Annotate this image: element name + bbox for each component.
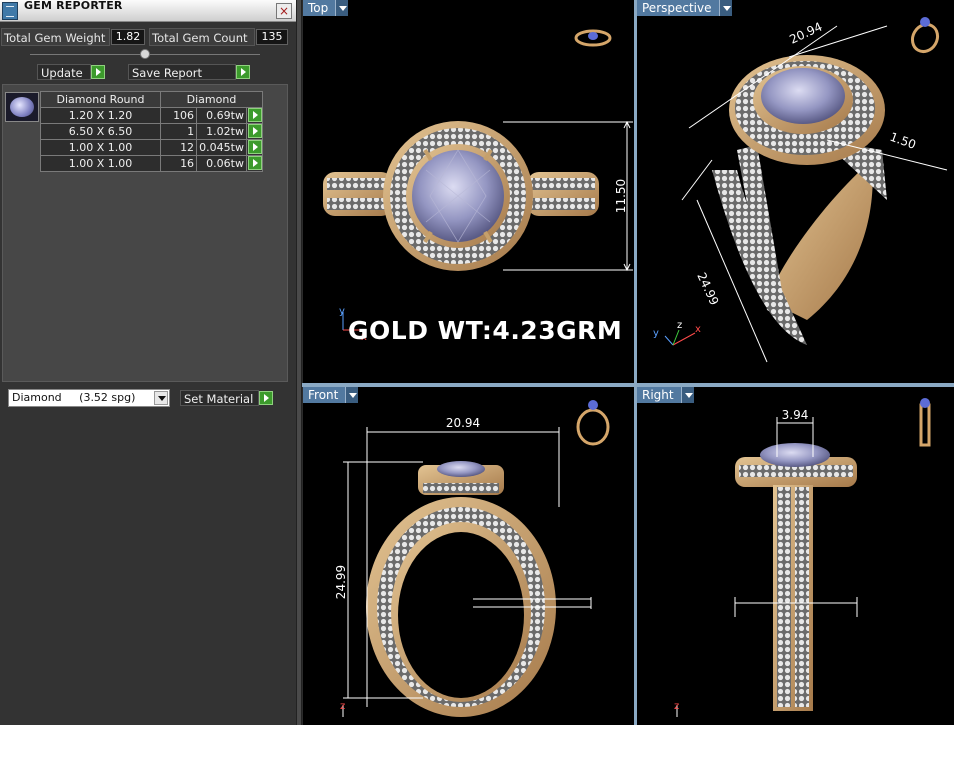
gold-weight-annotation: GOLD WT:4.23GRM bbox=[348, 316, 623, 345]
gem-reporter-icon bbox=[2, 2, 18, 20]
viewport-label-top-text: Top bbox=[308, 1, 329, 15]
total-gem-weight-label: Total Gem Weight bbox=[1, 28, 110, 46]
splitter-handle[interactable] bbox=[140, 49, 150, 59]
round-diamond-thumbnail[interactable] bbox=[5, 92, 39, 122]
table-row[interactable]: 1.00 X 1.00 16 0.06tw bbox=[40, 155, 264, 172]
ring-front-view bbox=[366, 461, 556, 717]
total-gem-count-label: Total Gem Count bbox=[149, 28, 255, 46]
material-select[interactable]: Diamond (3.52 spg) bbox=[8, 389, 170, 407]
chevron-down-icon[interactable] bbox=[718, 0, 732, 16]
axis-z-label: z bbox=[674, 701, 679, 712]
gem-table-header: Diamond Round Diamond bbox=[40, 91, 263, 108]
front-dim-height: 24.99 bbox=[334, 565, 348, 599]
viewport-label-top[interactable]: Top bbox=[303, 0, 349, 16]
viewport-label-front-text: Front bbox=[308, 388, 339, 402]
row-go-cell[interactable] bbox=[245, 139, 264, 156]
gem-size: 1.00 X 1.00 bbox=[40, 155, 161, 172]
viewport-label-perspective[interactable]: Perspective bbox=[637, 0, 732, 16]
viewport-front[interactable]: 20.94 24.99 z Front bbox=[303, 387, 634, 725]
gem-size: 6.50 X 6.50 bbox=[40, 123, 161, 140]
viewport-right[interactable]: 3.94 z Right bbox=[637, 387, 954, 725]
total-gem-count-value: 135 bbox=[256, 29, 288, 45]
gem-table: Diamond Round Diamond 1.20 X 1.20 106 0.… bbox=[40, 91, 264, 172]
viewport-label-right[interactable]: Right bbox=[637, 387, 694, 403]
row-go-cell[interactable] bbox=[245, 155, 264, 172]
set-material-button[interactable]: Set Material bbox=[180, 390, 259, 406]
right-view-canvas: 3.94 z bbox=[674, 398, 931, 717]
chevron-down-icon[interactable] bbox=[154, 391, 168, 405]
table-row[interactable]: 1.00 X 1.00 12 0.045tw bbox=[40, 139, 264, 156]
update-go-icon[interactable] bbox=[91, 65, 105, 79]
diamond-icon bbox=[10, 97, 34, 117]
panel-title: GEM REPORTER bbox=[24, 0, 123, 12]
right-dim-width: 3.94 bbox=[782, 408, 809, 422]
gem-size: 1.00 X 1.00 bbox=[40, 139, 161, 156]
axis-z-label: z bbox=[340, 701, 345, 712]
top-view-cube-icon[interactable] bbox=[574, 29, 612, 47]
right-axis-gizmo: z bbox=[674, 701, 679, 717]
perspective-view-cube-icon[interactable] bbox=[908, 17, 943, 56]
ring-halo bbox=[383, 121, 533, 271]
top-dimension-label: 11.50 bbox=[614, 179, 628, 213]
gem-weight: 0.69tw bbox=[196, 107, 247, 124]
column-header-shape: Diamond Round bbox=[40, 91, 161, 108]
viewport-top[interactable]: 11.50 y x GOLD WT:4.23GRM Top bbox=[303, 0, 634, 383]
table-row[interactable]: 1.20 X 1.20 106 0.69tw bbox=[40, 107, 264, 124]
app-window: GEM REPORTER × Total Gem Weight 1.82 Tot… bbox=[0, 0, 954, 725]
axis-x-label: x bbox=[695, 324, 701, 335]
gem-count: 12 bbox=[159, 139, 198, 156]
update-button[interactable]: Update bbox=[37, 64, 91, 80]
table-row[interactable]: 6.50 X 6.50 1 1.02tw bbox=[40, 123, 264, 140]
ring-shank-right bbox=[527, 172, 599, 216]
chevron-down-icon[interactable] bbox=[680, 387, 694, 403]
close-button[interactable]: × bbox=[276, 3, 292, 19]
row-go-icon[interactable] bbox=[247, 108, 262, 122]
viewport-perspective[interactable]: 20.94 1.50 24.99 y z x Perspective bbox=[637, 0, 954, 383]
viewport-label-front[interactable]: Front bbox=[303, 387, 359, 403]
total-gem-weight-value: 1.82 bbox=[111, 29, 145, 45]
gem-weight: 1.02tw bbox=[196, 123, 247, 140]
gem-count: 106 bbox=[159, 107, 198, 124]
gem-weight: 0.045tw bbox=[196, 139, 247, 156]
front-view-canvas: 20.94 24.99 z bbox=[334, 400, 610, 717]
material-select-value: Diamond (3.52 spg) bbox=[12, 391, 136, 404]
ring-side-view bbox=[735, 443, 857, 711]
ring-perspective-band bbox=[712, 55, 887, 345]
front-view-cube-icon[interactable] bbox=[576, 400, 610, 446]
perspective-dim-left: 24.99 bbox=[694, 270, 721, 307]
row-go-icon[interactable] bbox=[247, 124, 262, 138]
front-axis-gizmo: z bbox=[340, 701, 345, 717]
perspective-axis-gizmo: y z x bbox=[653, 320, 701, 346]
gem-reporter-panel: GEM REPORTER × Total Gem Weight 1.82 Tot… bbox=[0, 0, 296, 725]
viewport-label-perspective-text: Perspective bbox=[642, 1, 712, 15]
ring-shank-left bbox=[323, 172, 393, 216]
perspective-view-canvas: 20.94 1.50 24.99 y z x bbox=[653, 17, 948, 363]
save-report-button[interactable]: Save Report bbox=[128, 64, 236, 80]
viewport-label-right-text: Right bbox=[642, 388, 674, 402]
chevron-down-icon[interactable] bbox=[335, 0, 349, 16]
row-go-icon[interactable] bbox=[247, 156, 262, 170]
set-material-go-icon[interactable] bbox=[259, 391, 273, 405]
chevron-down-icon[interactable] bbox=[345, 387, 359, 403]
right-view-cube-icon[interactable] bbox=[919, 398, 931, 447]
row-go-icon[interactable] bbox=[247, 140, 262, 154]
axis-z-label: z bbox=[677, 320, 682, 331]
gem-size: 1.20 X 1.20 bbox=[40, 107, 161, 124]
column-header-material: Diamond bbox=[160, 91, 263, 108]
save-report-go-icon[interactable] bbox=[236, 65, 250, 79]
perspective-dim-top: 20.94 bbox=[787, 20, 824, 47]
axis-y-label: y bbox=[653, 328, 659, 339]
gem-count: 1 bbox=[159, 123, 198, 140]
gem-weight: 0.06tw bbox=[196, 155, 247, 172]
panel-titlebar[interactable]: GEM REPORTER × bbox=[0, 0, 296, 22]
perspective-dim-right: 1.50 bbox=[888, 130, 918, 152]
panel-separator[interactable] bbox=[296, 0, 302, 725]
row-go-cell[interactable] bbox=[245, 123, 264, 140]
axis-y-label: y bbox=[339, 306, 345, 317]
front-dim-width: 20.94 bbox=[446, 416, 480, 430]
gem-count: 16 bbox=[159, 155, 198, 172]
row-go-cell[interactable] bbox=[245, 107, 264, 124]
